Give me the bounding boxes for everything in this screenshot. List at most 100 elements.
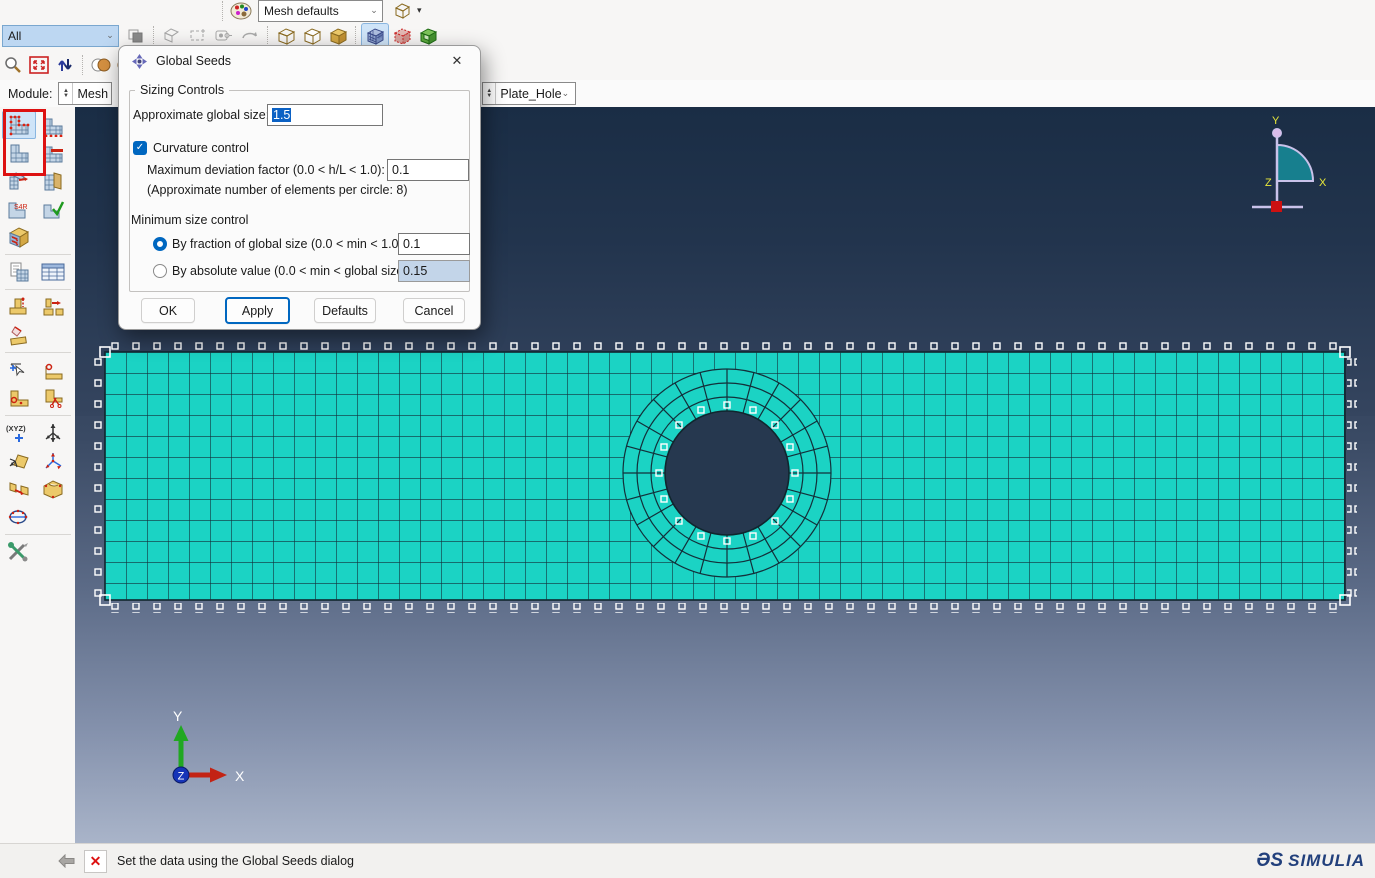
create-datum-plane-button[interactable] (2, 447, 36, 475)
replace-displayed-icon[interactable] (123, 24, 149, 48)
module-label: Module: (8, 87, 52, 101)
minimum-size-control-label: Minimum size control (131, 213, 248, 227)
sketch-edit-button[interactable] (2, 503, 36, 531)
ds-logo-mark: ƏS (1256, 850, 1283, 872)
s4r-label: S4R (14, 204, 28, 211)
fraction-input[interactable]: 0.1 (398, 233, 470, 255)
xyz-label: (XYZ) (6, 424, 26, 433)
prompt-bar: ✕ Set the data using the Global Seeds di… (0, 843, 1375, 878)
simulia-logo: ƏS SIMULIA (1256, 850, 1365, 872)
simulia-wordmark: SIMULIA (1288, 851, 1365, 871)
color-mapping-select[interactable]: Mesh defaults ⌄ (258, 0, 383, 22)
view-triad: Z Y X (173, 708, 245, 784)
rotate-view-icon[interactable] (237, 24, 263, 48)
absolute-input[interactable]: 0.15 (398, 260, 470, 282)
create-datum-csys-button[interactable] (36, 447, 70, 475)
prompt-message: Set the data using the Global Seeds dial… (117, 854, 354, 868)
adjust-node-position-button[interactable] (2, 293, 36, 321)
hiddenline-render-icon[interactable] (299, 24, 325, 48)
triad-z-label: Z (178, 771, 185, 783)
seed-edges-button[interactable] (36, 111, 70, 139)
partition-cell-extend-button[interactable] (36, 475, 70, 503)
ok-button[interactable]: OK (141, 298, 195, 323)
fraction-radio-label: By fraction of global size (0.0 < min < … (172, 237, 403, 251)
render-style-cube-icon[interactable] (389, 0, 415, 23)
compass-x-label: X (1319, 177, 1327, 189)
magnify-view-icon[interactable] (0, 53, 26, 77)
meshed-plate[interactable] (105, 352, 1345, 600)
create-datum-axis-button[interactable] (36, 419, 70, 447)
mesh-part-button[interactable] (2, 139, 36, 167)
deviation-factor-value: 0.1 (392, 163, 409, 177)
global-size-label: Approximate global size: (133, 108, 269, 122)
compass-z-label: Z (1265, 177, 1272, 189)
shaded-render-icon[interactable] (325, 24, 351, 48)
toolbar-separator (153, 26, 155, 46)
display-group-select[interactable]: All ⌄ (2, 25, 119, 47)
partition-face-button[interactable] (2, 384, 36, 412)
mesh-region-button[interactable] (2, 167, 36, 195)
display-group-boolean-icon[interactable] (211, 24, 237, 48)
deviation-factor-input[interactable]: 0.1 (387, 159, 469, 181)
merge-mesh-button[interactable] (2, 475, 36, 503)
copy-mesh-pattern-button[interactable] (2, 258, 36, 286)
fraction-radio[interactable] (153, 237, 167, 251)
view-cut-icon[interactable] (159, 24, 185, 48)
partition-cell-button[interactable] (36, 384, 70, 412)
toolbar-separator (222, 1, 224, 21)
defaults-button[interactable]: Defaults (314, 298, 376, 323)
chevron-down-icon: ⌄ (366, 5, 382, 16)
mesh-defaults-table-button[interactable] (36, 258, 70, 286)
toolbar-separator (82, 55, 84, 75)
edit-mesh-button[interactable] (2, 321, 36, 349)
assign-element-type-button[interactable]: S4R (2, 195, 36, 223)
fraction-value: 0.1 (403, 237, 420, 251)
curvature-control-checkbox[interactable]: ✓ (133, 141, 147, 155)
previous-prompt-icon[interactable] (57, 854, 76, 868)
chevron-down-icon: ⌄ (562, 88, 575, 99)
partition-edge-button[interactable] (36, 356, 70, 384)
edit-feature-button[interactable] (2, 356, 36, 384)
create-datum-point-button[interactable]: (XYZ) (2, 419, 36, 447)
free-mesh-technique-icon[interactable] (389, 24, 415, 48)
part-select[interactable]: ▲▼ Plate_Hole ⌄ (482, 82, 576, 105)
cancel-button[interactable]: Cancel (403, 298, 465, 323)
color-code-palette-icon[interactable] (228, 0, 254, 23)
mesh-orientation-button[interactable] (36, 167, 70, 195)
part-orientation-compass: Y Z X (1252, 115, 1327, 212)
structured-mesh-technique-icon[interactable] (415, 24, 441, 48)
apply-button[interactable]: Apply (225, 297, 290, 324)
color-mapping-value: Mesh defaults (264, 4, 339, 18)
curvature-control-label: Curvature control (153, 141, 249, 155)
cancel-procedure-icon[interactable]: ✕ (84, 850, 107, 873)
check-icon: ✓ (136, 141, 144, 155)
global-size-value: 1.5 (272, 108, 291, 122)
toolbar-row-render: Mesh defaults ⌄ ▾ (0, 0, 1375, 21)
spinner-icon[interactable]: ▲▼ (483, 83, 496, 104)
cycle-views-icon[interactable] (52, 53, 78, 77)
boolean-union-icon[interactable] (88, 53, 114, 77)
verify-mesh-button[interactable] (36, 195, 70, 223)
render-style-caret-icon[interactable]: ▾ (417, 5, 422, 16)
mesh-edges-button[interactable] (36, 139, 70, 167)
part-value: Plate_Hole (496, 87, 561, 101)
dialog-titlebar[interactable]: Global Seeds (119, 46, 480, 76)
create-display-group-icon[interactable] (185, 24, 211, 48)
triad-x-label: X (235, 768, 245, 784)
absolute-radio[interactable] (153, 264, 167, 278)
dialog-title: Global Seeds (156, 54, 231, 68)
customize-tools-button[interactable] (2, 538, 36, 566)
absolute-radio-label: By absolute value (0.0 < min < global si… (172, 264, 408, 278)
seed-part-button[interactable] (2, 111, 36, 139)
spinner-icon[interactable]: ▲▼ (59, 83, 73, 104)
global-size-input[interactable]: 1.5 (267, 104, 383, 126)
module-select[interactable]: ▲▼ Mesh (58, 82, 112, 105)
wireframe-render-icon[interactable] (273, 24, 299, 48)
global-seeds-dialog: Global Seeds ✕ Sizing Controls Approxima… (118, 45, 481, 330)
close-icon[interactable]: ✕ (444, 50, 470, 72)
offset-node-button[interactable] (36, 293, 70, 321)
auto-fit-view-icon[interactable] (26, 53, 52, 77)
module-value: Mesh (73, 87, 108, 101)
compass-y-label: Y (1272, 115, 1280, 127)
mesh-stack-orientation-button[interactable] (2, 223, 36, 251)
